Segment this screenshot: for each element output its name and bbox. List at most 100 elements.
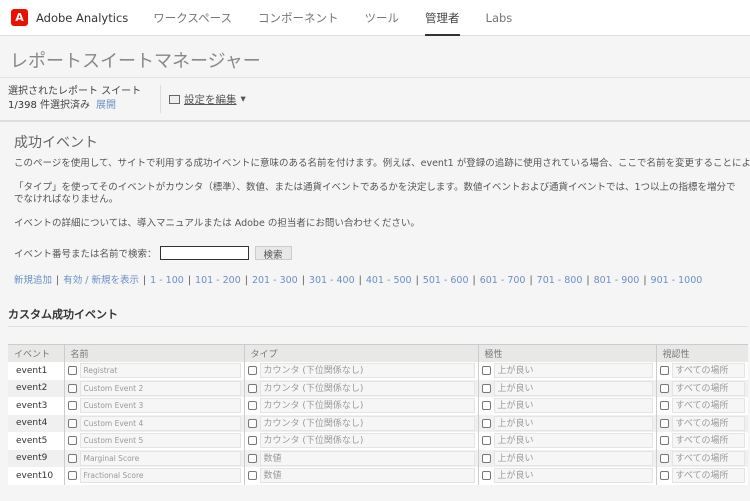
header-type: タイプ [243, 344, 478, 362]
visibility-checkbox[interactable] [659, 401, 669, 411]
visibility-select[interactable]: すべての場所 [671, 363, 745, 379]
type-select[interactable]: 数値 [259, 450, 475, 466]
range-link[interactable]: 有効 / 新規を表示 [63, 275, 139, 286]
range-link[interactable]: 201 - 300 [252, 275, 298, 286]
visibility-checkbox[interactable] [659, 471, 669, 481]
polarity-checkbox[interactable] [481, 366, 491, 376]
polarity-select[interactable]: 上が良い [493, 380, 653, 396]
separator: | [244, 275, 248, 286]
range-link[interactable]: 801 - 900 [594, 275, 640, 286]
range-link[interactable]: 701 - 800 [537, 275, 583, 286]
event-id: event2 [8, 379, 64, 397]
name-checkbox[interactable] [67, 436, 77, 446]
visibility-checkbox[interactable] [659, 366, 669, 376]
nav-components[interactable]: コンポーネント [258, 0, 339, 36]
visibility-checkbox[interactable] [659, 383, 669, 393]
visibility-select[interactable]: すべての場所 [671, 433, 745, 449]
brand-name[interactable]: Adobe Analytics [36, 11, 128, 25]
name-field[interactable]: Custom Event 5 [79, 433, 241, 449]
description-2b: でなければなりません。 [14, 194, 119, 205]
name-checkbox[interactable] [67, 471, 77, 481]
polarity-select[interactable]: 上が良い [493, 468, 653, 484]
separator: | [472, 275, 476, 286]
visibility-select[interactable]: すべての場所 [671, 380, 745, 396]
polarity-select[interactable]: 上が良い [493, 433, 653, 449]
polarity-checkbox[interactable] [481, 401, 491, 411]
separator: | [187, 275, 192, 286]
polarity-checkbox[interactable] [481, 471, 491, 481]
name-field[interactable]: Fractional Score [79, 468, 241, 484]
edit-settings-menu[interactable]: 設定を編集 ▾ [169, 92, 246, 107]
name-field[interactable]: Registrat [79, 363, 241, 379]
separator: | [358, 275, 362, 286]
adobe-logo-icon[interactable]: A [11, 9, 28, 26]
range-link[interactable]: 601 - 700 [480, 275, 526, 286]
search-label: イベント番号または名前で検索： [14, 249, 157, 260]
type-checkbox[interactable] [247, 401, 257, 411]
table-row: event1 Registrat カウンタ (下位関係なし) 上が良い すべての… [8, 362, 748, 380]
polarity-checkbox[interactable] [481, 418, 491, 428]
range-link[interactable]: 101 - 200 [195, 275, 241, 286]
range-link[interactable]: 401 - 500 [366, 275, 412, 286]
name-checkbox[interactable] [67, 401, 77, 411]
polarity-select[interactable]: 上が良い [493, 415, 653, 431]
type-checkbox[interactable] [247, 453, 257, 463]
type-select[interactable]: 数値 [259, 468, 475, 484]
nav-workspace[interactable]: ワークスペース [153, 0, 232, 36]
name-field[interactable]: Custom Event 3 [79, 398, 241, 414]
type-select[interactable]: カウンタ (下位関係なし) [259, 398, 475, 414]
range-link[interactable]: 301 - 400 [309, 275, 355, 286]
type-checkbox[interactable] [247, 383, 257, 393]
event-id: event1 [8, 362, 64, 380]
event-id: event3 [8, 397, 64, 415]
table-row: event2 Custom Event 2 カウンタ (下位関係なし) 上が良い… [8, 379, 748, 397]
name-field[interactable]: Marginal Score [79, 450, 241, 466]
type-checkbox[interactable] [247, 366, 257, 376]
type-select[interactable]: カウンタ (下位関係なし) [259, 415, 475, 431]
name-checkbox[interactable] [67, 453, 77, 463]
visibility-select[interactable]: すべての場所 [671, 450, 745, 466]
visibility-checkbox[interactable] [659, 418, 669, 428]
page-title: レポートスイートマネージャー [0, 36, 750, 78]
name-checkbox[interactable] [67, 418, 77, 428]
type-checkbox[interactable] [247, 436, 257, 446]
visibility-select[interactable]: すべての場所 [671, 398, 745, 414]
polarity-select[interactable]: 上が良い [493, 398, 653, 414]
type-checkbox[interactable] [247, 418, 257, 428]
polarity-checkbox[interactable] [481, 383, 491, 393]
nav-labs[interactable]: Labs [486, 0, 513, 36]
range-link[interactable]: 501 - 600 [423, 275, 469, 286]
nav-admin[interactable]: 管理者 [425, 0, 460, 36]
visibility-select[interactable]: すべての場所 [671, 415, 745, 431]
range-link[interactable]: 901 - 1000 [651, 275, 703, 286]
edit-settings-label: 設定を編集 [184, 93, 237, 106]
range-link[interactable]: 新規追加 [14, 275, 52, 286]
visibility-select[interactable]: すべての場所 [671, 468, 745, 484]
name-field[interactable]: Custom Event 4 [79, 415, 241, 431]
polarity-checkbox[interactable] [481, 453, 491, 463]
range-link[interactable]: 1 - 100 [150, 275, 184, 286]
type-select[interactable]: カウンタ (下位関係なし) [259, 380, 475, 396]
nav-tools[interactable]: ツール [365, 0, 400, 36]
event-id: event9 [8, 449, 64, 467]
header-event: イベント [8, 344, 64, 362]
type-select[interactable]: カウンタ (下位関係なし) [259, 433, 475, 449]
polarity-checkbox[interactable] [481, 436, 491, 446]
type-checkbox[interactable] [247, 471, 257, 481]
polarity-select[interactable]: 上が良い [493, 450, 653, 466]
type-select[interactable]: カウンタ (下位関係なし) [259, 363, 475, 379]
visibility-checkbox[interactable] [659, 436, 669, 446]
header-polarity: 極性 [477, 344, 656, 362]
name-checkbox[interactable] [67, 366, 77, 376]
name-field[interactable]: Custom Event 2 [79, 380, 241, 396]
search-input[interactable] [159, 246, 249, 260]
separator: | [643, 275, 647, 286]
separator: | [56, 275, 60, 286]
name-checkbox[interactable] [67, 383, 77, 393]
polarity-select[interactable]: 上が良い [493, 363, 653, 379]
visibility-checkbox[interactable] [659, 453, 669, 463]
separator: | [301, 275, 305, 286]
events-table: イベント 名前 タイプ 極性 視認性 event1 Registrat カウンタ… [8, 344, 748, 485]
search-button[interactable]: 検索 [254, 246, 292, 261]
expand-link[interactable]: 展開 [96, 100, 116, 111]
